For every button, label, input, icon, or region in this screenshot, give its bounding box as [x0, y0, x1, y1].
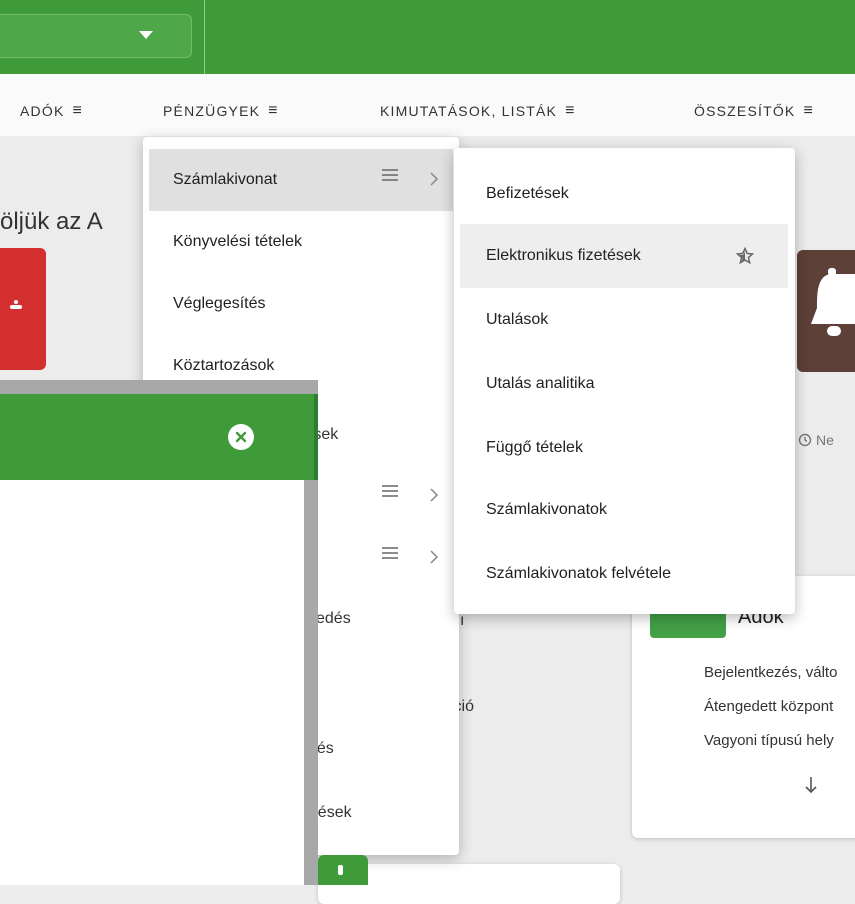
menu-item-label: Számlakivonat [173, 171, 278, 188]
submenu-item-szamlakivonatok-felvetele[interactable]: Számlakivonatok felvétele [460, 542, 788, 606]
dialog-header [0, 394, 314, 480]
menubar-item-label: ADÓK [20, 103, 65, 119]
menu-item-label: Köztartozások [173, 357, 275, 374]
menu-item-konyvelesi-tetelek[interactable]: Könyvelési tételek [149, 211, 453, 273]
main-menubar: ADÓK ≡ PÉNZÜGYEK ≡ KIMUTATÁSOK, LISTÁK ≡… [0, 74, 855, 136]
chevron-right-icon [430, 550, 439, 564]
menubar-item-adok[interactable]: ADÓK ≡ [20, 102, 82, 120]
menu-item-label: Utalás analitika [486, 375, 595, 392]
red-module-tile[interactable] [0, 248, 46, 370]
top-select-dropdown[interactable] [0, 14, 192, 58]
partial-text: ı [460, 612, 465, 629]
submenu-item-utalas-analitika[interactable]: Utalás analitika [460, 352, 788, 416]
close-button[interactable] [228, 424, 254, 450]
history-label: Ne [816, 432, 834, 448]
menu-item-szamlakivonat[interactable]: Számlakivonat [149, 149, 453, 211]
card-link[interactable]: Vagyoni típusú hely [704, 732, 834, 749]
menu-item-label: Elektronikus fizetések [486, 247, 641, 264]
green-module-tile[interactable] [318, 855, 368, 885]
menu-item-label: Számlakivonatok felvétele [486, 565, 671, 582]
menu-item-label: Függő tételek [486, 439, 583, 456]
menu-item-label: Könyvelési tételek [173, 233, 302, 250]
menu-hamburger-icon: ≡ [803, 102, 813, 119]
submenu-hamburger-icon [382, 485, 398, 497]
menubar-item-penzugyek[interactable]: PÉNZÜGYEK ≡ [163, 102, 278, 120]
submenu-hamburger-icon [382, 547, 398, 559]
submenu-item-elektronikus-fizetesek[interactable]: Elektronikus fizetések [460, 224, 788, 288]
tile-icon-part [14, 300, 18, 304]
bell-icon [811, 268, 855, 336]
menubar-item-osszesitok[interactable]: ÖSSZESÍTŐK ≡ [694, 102, 813, 120]
dialog-header-edge [314, 394, 318, 480]
card-adok: Adók Bejelentkezés, válto Átengedett köz… [632, 576, 855, 838]
close-icon [235, 431, 247, 443]
caret-down-icon [139, 31, 153, 39]
menu-hamburger-icon: ≡ [268, 102, 278, 119]
menu-item-veglegesites[interactable]: Véglegesítés [149, 273, 453, 335]
history-icon [798, 433, 812, 447]
menubar-item-kimutatasok[interactable]: KIMUTATÁSOK, LISTÁK ≡ [380, 102, 574, 120]
star-icon[interactable] [736, 247, 754, 265]
menu-hamburger-icon: ≡ [72, 102, 82, 119]
history-link[interactable]: Ne [798, 432, 834, 448]
submenu-item-utalasok[interactable]: Utalások [460, 288, 788, 352]
menu-item-label: Befizetések [486, 185, 569, 202]
card-link[interactable]: Átengedett központ [704, 698, 833, 715]
menu-item-label: Utalások [486, 311, 549, 328]
submenu-item-befizetesek[interactable]: Befizetések [460, 162, 788, 226]
menubar-item-label: KIMUTATÁSOK, LISTÁK [380, 103, 558, 119]
chevron-right-icon [430, 172, 439, 186]
page-headline: öljük az A [0, 208, 103, 235]
tile-icon-part [338, 865, 343, 875]
menubar-item-label: PÉNZÜGYEK [163, 103, 261, 119]
menu-item-label: Számlakivonatok [486, 501, 607, 518]
chevron-right-icon [430, 488, 439, 502]
tile-icon-part [10, 305, 22, 309]
menu-item-label: Véglegesítés [173, 295, 266, 312]
submenu-item-fuggo-tetelek[interactable]: Függő tételek [460, 416, 788, 480]
submenu-hamburger-icon [382, 169, 398, 181]
submenu-item-szamlakivonatok[interactable]: Számlakivonatok [460, 478, 788, 542]
menu-hamburger-icon: ≡ [565, 102, 575, 119]
szamlakivonat-submenu: Befizetések Elektronikus fizetések Utalá… [454, 148, 795, 614]
modal-dialog [0, 394, 314, 885]
menubar-item-label: ÖSSZESÍTŐK [694, 103, 796, 119]
card-link[interactable]: Bejelentkezés, válto [704, 664, 837, 681]
arrow-down-icon[interactable] [804, 776, 818, 794]
top-bar-divider [204, 0, 205, 74]
brown-module-tile[interactable] [797, 250, 855, 372]
